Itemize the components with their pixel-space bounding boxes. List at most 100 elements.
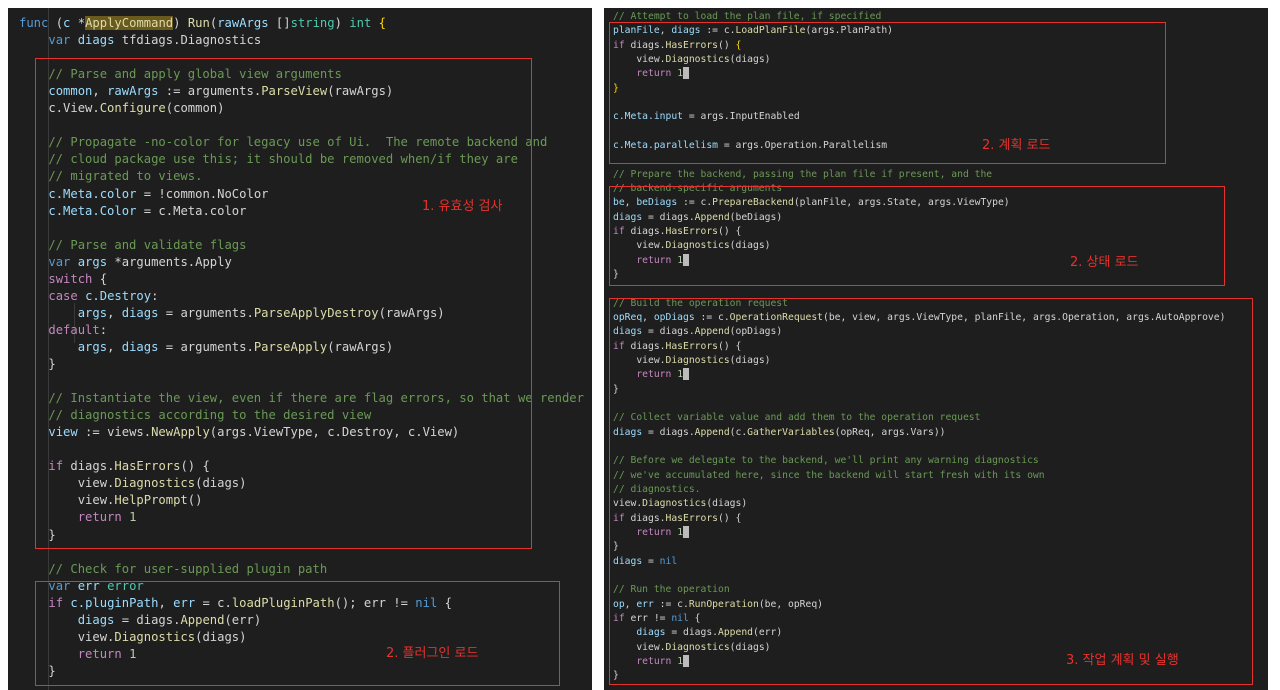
code-token: c.Meta.Color	[48, 203, 137, 218]
code-token: *	[70, 16, 86, 30]
code-token: err !=	[624, 612, 672, 624]
code-token: err	[636, 598, 654, 610]
left-code-panel: func (c *ApplyCommand) Run(rawArgs []str…	[8, 8, 592, 690]
annotation-operation-execution: 3. 작업 계획 및 실행	[1066, 653, 1179, 668]
code-token: c.Meta.color	[48, 186, 137, 201]
code-token: return	[77, 646, 122, 661]
code-token: }	[613, 383, 619, 395]
code-token: GatherVariables	[747, 426, 835, 438]
code-token: =	[642, 555, 660, 567]
code-token: var	[48, 254, 71, 269]
code-token: = arguments.	[158, 305, 254, 320]
code-token: ,	[107, 339, 122, 354]
code-token: = !common.NoColor	[136, 186, 269, 201]
code-token: Append	[694, 211, 730, 223]
code-token: // Run the operation	[613, 584, 730, 596]
code-line: // Instantiate the view, even if there a…	[8, 390, 592, 407]
code-token: diags.	[624, 340, 666, 352]
code-token: err	[77, 578, 100, 593]
code-line: // we've accumulated here, since the bac…	[604, 469, 1268, 483]
code-token: (rawArgs)	[327, 339, 394, 354]
code-line: if diags.HasErrors() {	[604, 225, 1268, 239]
code-token: diags	[121, 339, 159, 354]
code-token: diags	[613, 211, 643, 223]
code-line: }	[604, 540, 1268, 554]
code-token: tfdiags.Diagnostics	[114, 33, 262, 48]
code-token: (); err !=	[334, 595, 416, 610]
code-token: Append	[180, 612, 225, 627]
code-token: }	[613, 670, 619, 682]
annotation-state-load: 2. 상태 로드	[1070, 255, 1139, 270]
code-token: if	[613, 512, 625, 524]
code-line: c.Meta.input = args.InputEnabled	[604, 110, 1268, 124]
code-token: := c.	[700, 25, 736, 37]
code-token: }	[613, 268, 619, 280]
code-line: // migrated to views.	[8, 168, 592, 185]
code-token: Diagnostics	[665, 240, 730, 252]
code-token: // Build the operation request	[613, 297, 788, 309]
code-token: }	[613, 82, 619, 94]
code-token: PrepareBackend	[712, 197, 794, 209]
annotation-plugin-load: 2. 플러그인 로드	[386, 646, 479, 661]
code-token: :	[151, 288, 159, 303]
code-token: (args.ViewType, c.Destroy, c.View)	[209, 425, 460, 440]
code-line: }	[8, 356, 592, 373]
code-token: // Parse and validate flags	[19, 237, 247, 252]
code-line: // diagnostics according to the desired …	[8, 407, 592, 424]
code-token: // Before we delegate to the backend, we…	[613, 455, 1039, 467]
code-line: return 1	[604, 525, 1268, 540]
code-token: (c.	[729, 426, 748, 438]
code-token: }	[19, 357, 56, 371]
code-token: (beDiags)	[729, 211, 783, 223]
code-token: {	[735, 39, 742, 51]
code-token: if	[613, 39, 625, 51]
code-line: }	[8, 663, 592, 680]
code-token: ,	[624, 598, 637, 610]
code-line: c.Meta.color = !common.NoColor	[8, 186, 592, 203]
code-line: view.HelpPrompt()	[8, 492, 592, 509]
code-token: Diagnostics	[642, 498, 707, 510]
code-token: (	[48, 16, 64, 30]
code-line: diags = diags.Append(err)	[604, 626, 1268, 640]
code-token: common	[48, 84, 93, 99]
code-line: args, diags = arguments.ParseApply(rawAr…	[8, 339, 592, 356]
code-token: ,	[92, 84, 108, 99]
code-line: // Collect variable value and add them t…	[604, 411, 1268, 425]
code-token: return	[636, 254, 672, 266]
code-token: if	[613, 612, 625, 624]
code-token: default	[48, 322, 100, 337]
code-line: var diags tfdiags.Diagnostics	[8, 32, 592, 49]
code-token: = diags.	[665, 627, 719, 639]
code-token: opDiags	[653, 311, 695, 323]
code-token: // backend-specific arguments	[613, 182, 783, 194]
code-token: (planFile, args.State, args.ViewType)	[793, 197, 1010, 209]
code-line: diags = diags.Append(c.GatherVariables(o…	[604, 426, 1268, 440]
code-line: c.Meta.parallelism = args.Operation.Para…	[604, 139, 1268, 153]
code-token: c.View.	[19, 101, 100, 116]
code-token: // Check for user-supplied plugin path	[19, 561, 328, 576]
code-token: }	[19, 527, 56, 542]
code-line: func (c *ApplyCommand) Run(rawArgs []str…	[8, 15, 592, 32]
code-token: // we've accumulated here, since the bac…	[613, 469, 1045, 481]
code-token: // Collect variable value and add them t…	[613, 412, 981, 424]
code-token: // cloud package use this; it should be …	[19, 152, 518, 167]
code-line: switch {	[8, 271, 592, 288]
code-token: func	[19, 16, 49, 30]
code-token: []	[268, 16, 291, 30]
